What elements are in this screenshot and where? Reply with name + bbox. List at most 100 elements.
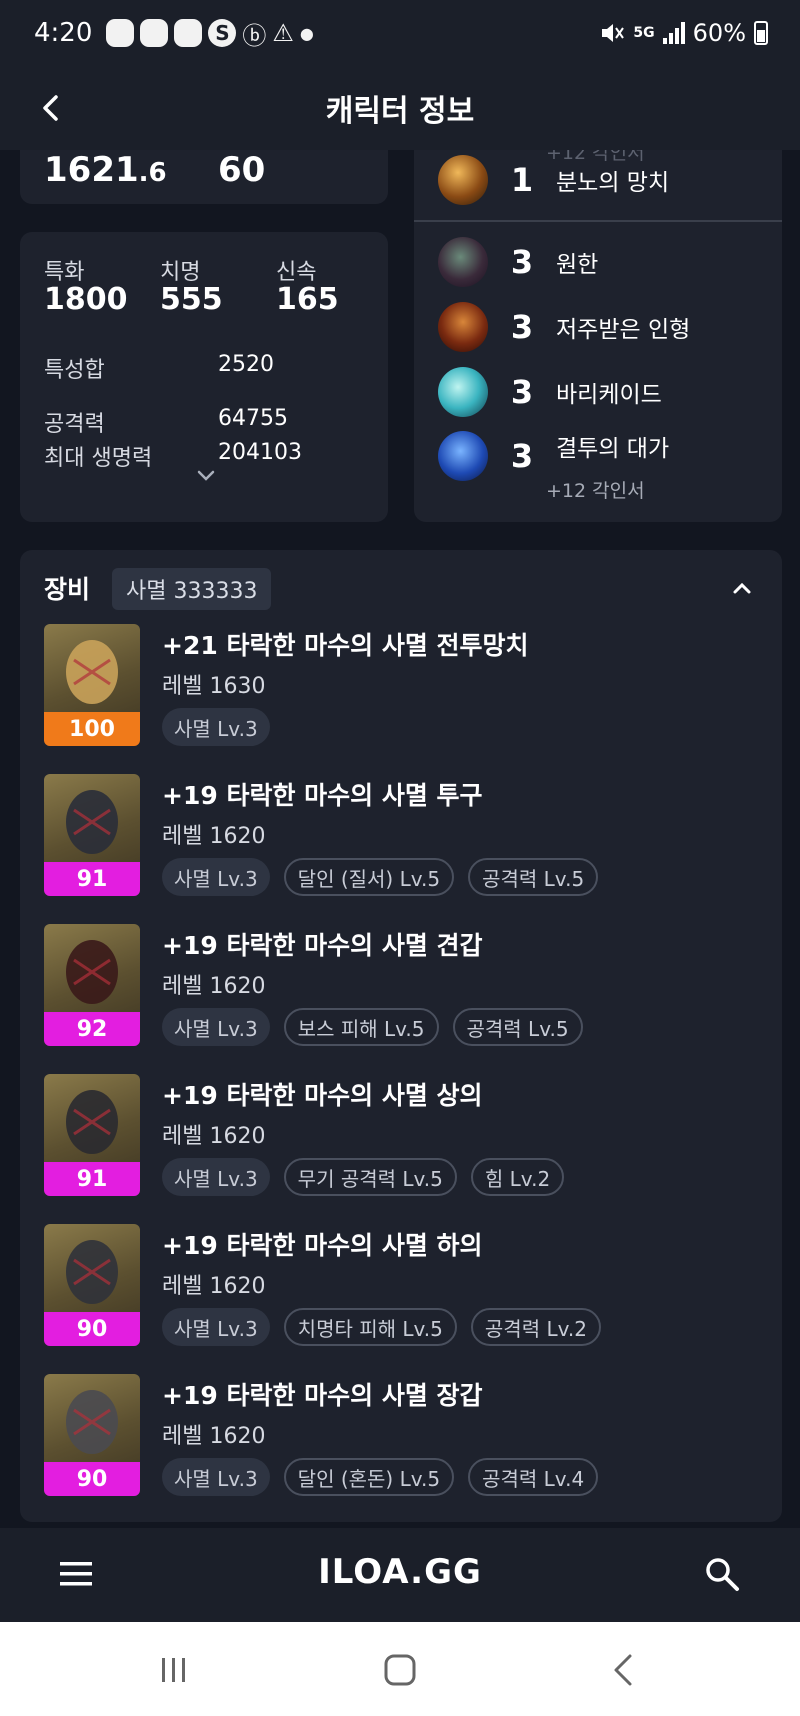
item-name: +19 타락한 마수의 사멸 상의 [162,1081,483,1110]
item-level: 레벨 1620 [162,1424,266,1449]
engraving-sub: +12 각인서 [546,480,645,502]
chevron-left-icon [43,95,58,121]
warning-icon: ⚠ [272,19,294,47]
item-tags: 사멸 Lv.3 달인 (질서) Lv.5 공격력 Lv.5 [162,858,599,896]
b-app-icon: ⓑ [242,21,267,50]
chest-armor-icon: 91 [44,1074,140,1196]
app-notification-icon [140,19,169,47]
engraving-name: 저주받은 인형 [556,317,691,343]
item-level: 1621.6 [44,150,167,190]
engraving-level: 3 [510,373,534,411]
item-tag: 힘 Lv.2 [470,1158,565,1196]
attack-value: 64755 [218,406,288,431]
equipment-title: 장비 [44,575,91,604]
home-button[interactable] [378,1648,422,1692]
notification-icons: S ⓑ ⚠ ● [106,16,314,51]
character-level: 60 [218,150,266,190]
equipment-item[interactable]: 91 +19 타락한 마수의 사멸 상의레벨 1620 사멸 Lv.3 무기 공격력 … [44,1074,764,1198]
master-brawler-icon [438,431,488,481]
engraving-name: 원한 [556,252,599,278]
item-tag: 공격력 Lv.5 [452,1008,583,1046]
stats-card: 특화 1800 치명 555 신속 165 특성합 2520 공격력 64755… [20,232,388,522]
item-level: 레벨 1620 [162,1124,266,1149]
back-button[interactable] [28,86,72,130]
item-tag: 달인 (질서) Lv.5 [283,858,455,896]
recent-apps-button[interactable] [152,1648,196,1692]
status-right: 5G 60% [599,0,768,66]
battery-percent: 60% [692,19,746,47]
equipment-item[interactable]: 91 +19 타락한 마수의 사멸 투구 레벨 1620 사멸 Lv.3 달인 (질서)… [44,774,764,898]
engraving-row-bracelet[interactable]: 1 분노의 망치 [438,154,669,206]
item-tag: 공격력 Lv.2 [470,1308,601,1346]
item-level: 레벨 1620 [162,974,266,999]
equipment-item[interactable]: 100 +21 타락한 마수의 사멸 전투망치레벨 1630 사멸 Lv.3 [44,624,764,748]
search-icon[interactable] [702,1554,742,1594]
item-name: +19 타락한 마수의 사멸 장갑 [162,1381,483,1410]
item-tag: 사멸 Lv.3 [162,858,270,896]
engraving-level: 1 [510,161,534,199]
item-name: +21 타락한 마수의 사멸 전투망치 [162,631,529,660]
dot-icon: ● [299,23,314,43]
quality-badge: 90 [44,1462,140,1496]
quality-badge: 92 [44,1012,140,1046]
item-tags: 사멸 Lv.3 달인 (혼돈) Lv.5 공격력 Lv.4 [162,1458,599,1496]
item-tag: 사멸 Lv.3 [162,1458,270,1496]
engraving-name: 결투의 대가 [556,436,670,462]
level-card: 1621.6 60 [20,150,388,204]
item-tag: 무기 공격력 Lv.5 [283,1158,457,1196]
hammer-icon [438,155,488,205]
battle-hammer-icon: 100 [44,624,140,746]
shoulder-icon: 92 [44,924,140,1046]
engraving-row[interactable]: 3 원한 [438,236,598,288]
item-tags: 사멸 Lv.3 무기 공격력 Lv.5 힘 Lv.2 [162,1158,565,1196]
attack-label: 공격력 [44,412,105,437]
app-logo[interactable]: ILOA.GG [0,1552,800,1592]
total-stat-label: 특성합 [44,358,105,383]
item-tag: 사멸 Lv.3 [162,1008,270,1046]
app-header: 캐릭터 정보 [0,66,800,150]
page-title: 캐릭터 정보 [325,94,475,129]
battery-icon [754,21,768,45]
back-nav-button[interactable] [602,1648,646,1692]
engraving-row[interactable]: 3 바리케이드 [438,366,662,418]
engravings-card: +12 각인서 1 분노의 망치 3 원한 3 저주받은 인형 3 바리케이드 … [414,150,782,522]
equipment-card: 장비 사멸 333333 100 +21 타락한 마수의 사멸 전투망치 레벨 16… [20,550,782,1522]
item-tag: 사멸 Lv.3 [162,708,270,746]
hp-label: 최대 생명력 [44,446,153,471]
engraving-level: 3 [510,437,534,475]
item-tag: 사멸 Lv.3 [162,1308,270,1346]
engraving-name: 바리케이드 [556,382,662,408]
item-name: +19 타락한 마수의 사멸 투구 [162,781,483,810]
engraving-row[interactable]: 3 저주받은 인형 [438,301,690,353]
hp-value: 204103 [218,440,302,465]
mute-icon [602,24,625,42]
item-name: +19 타락한 마수의 사멸 하의 [162,1231,483,1260]
item-level: 레벨 1630 [162,674,266,699]
spec-value: 1800 [44,282,128,317]
item-tag: 사멸 Lv.3 [162,1158,270,1196]
divider [414,220,782,222]
content-scroll[interactable]: 1621.6 60 특화 1800 치명 555 신속 165 특성합 2520… [0,150,800,1528]
grudge-icon [438,237,488,287]
item-tag: 치명타 피해 Lv.5 [283,1308,457,1346]
app-notification-icon [174,19,203,47]
quality-badge: 91 [44,862,140,896]
chevron-down-icon[interactable] [192,464,220,488]
system-nav-bar [0,1622,800,1716]
equipment-item[interactable]: 90 +19 타락한 마수의 사멸 하의 레벨 1620 사멸 Lv.3 치명타 피해 … [44,1224,764,1348]
engraving-row[interactable]: 3 결투의 대가 [438,430,669,482]
quality-badge: 91 [44,1162,140,1196]
engraving-level: 3 [510,243,534,281]
chevron-up-icon[interactable] [728,574,756,602]
quality-badge: 90 [44,1312,140,1346]
equipment-item[interactable]: 92 +19 타락한 마수의 사멸 견갑 레벨 1620 사멸 Lv.3 보스 피해 L… [44,924,764,1048]
item-tags: 사멸 Lv.3 치명타 피해 Lv.5 공격력 Lv.2 [162,1308,601,1346]
equipment-item[interactable]: 90 +19 타락한 마수의 사멸 장갑레벨 1620 사멸 Lv.3 달인 (혼돈)… [44,1374,764,1498]
item-tag: 공격력 Lv.4 [468,1458,599,1496]
item-tags: 사멸 Lv.3 [162,708,270,746]
engraving-name: 분노의 망치 [556,170,670,196]
pants-icon: 90 [44,1224,140,1346]
status-bar: 4:20 S ⓑ ⚠ ● 5G 60% [0,0,800,66]
item-name: +19 타락한 마수의 사멸 견갑 [162,931,483,960]
quality-badge: 100 [44,712,140,746]
